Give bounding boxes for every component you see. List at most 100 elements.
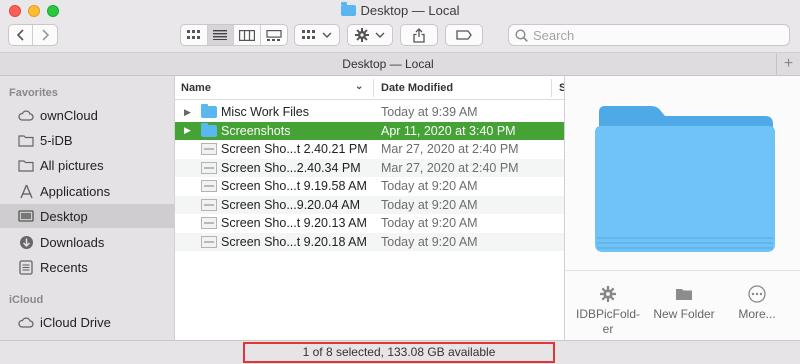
file-date: Today at 9:20 AM (381, 197, 478, 212)
sidebar-item-label: Applications (40, 183, 111, 199)
add-tab-button[interactable]: + (776, 53, 800, 75)
sidebar-item-all-pictures[interactable]: All pictures (0, 153, 174, 177)
file-name: Screen Sho...t 9.19.58 AM (221, 179, 367, 194)
image-file-icon (201, 161, 217, 174)
share-icon (413, 27, 425, 43)
quick-action-idbpicfolder[interactable]: IDBPicFold- er (573, 284, 643, 337)
file-name: Screen Sho...9.20.04 AM (221, 197, 360, 212)
sidebar-item-recents[interactable]: Recents (0, 255, 174, 279)
back-button[interactable] (9, 25, 34, 45)
list-row-screenshot-file[interactable]: Screen Sho...t 2.40.21 PM Mar 27, 2020 a… (175, 140, 565, 159)
file-name: Screen Sho...t 9.20.18 AM (221, 234, 367, 249)
sidebar-item-downloads[interactable]: Downloads (0, 230, 174, 254)
file-name: Screen Sho...t 9.20.13 AM (221, 216, 367, 231)
gallery-view-icon (266, 29, 282, 41)
window-title-text: Desktop — Local (360, 3, 460, 18)
sidebar-item-applications[interactable]: Applications (0, 179, 174, 203)
date-modified-column-header[interactable]: Date Modified (381, 82, 453, 94)
quick-action-label: More... (738, 307, 776, 321)
list-view-button[interactable] (207, 25, 234, 45)
sidebar: Favorites ownCloud 5-iDB All pictures Ap… (0, 76, 174, 340)
quick-action-label: New Folder (653, 307, 715, 321)
forward-button[interactable] (33, 25, 57, 45)
sidebar-item-label: Recents (40, 259, 88, 275)
toolbar: Desktop — Local (0, 0, 800, 52)
more-icon (722, 284, 792, 304)
cloud-icon (17, 313, 35, 331)
chevron-down-icon (322, 32, 332, 38)
column-view-icon (238, 29, 255, 41)
column-view-button[interactable] (234, 25, 261, 45)
file-date: Today at 9:20 AM (381, 234, 478, 249)
disclosure-triangle-icon[interactable]: ▶ (184, 125, 191, 136)
quick-action-label: IDBPicFold- er (575, 307, 640, 336)
sidebar-header-favorites: Favorites (9, 87, 58, 99)
image-file-icon (201, 198, 217, 211)
sidebar-item-label: Desktop (40, 208, 88, 224)
image-file-icon (201, 143, 217, 155)
list-row-screenshot-file[interactable]: Screen Sho...9.20.04 AM Today at 9:20 AM (175, 195, 565, 214)
file-name: Screen Sho...2.40.34 PM (221, 160, 361, 175)
sidebar-item-label: iCloud Drive (40, 314, 111, 330)
gear-icon (573, 284, 643, 304)
back-forward-control (8, 24, 58, 46)
file-name: Screen Sho...t 2.40.21 PM (221, 142, 368, 157)
large-folder-icon (595, 106, 775, 252)
applications-icon (17, 182, 35, 200)
folder-icon (17, 156, 35, 174)
share-button[interactable] (400, 24, 438, 46)
edit-tags-button[interactable] (445, 24, 483, 46)
sidebar-header-icloud: iCloud (9, 294, 44, 306)
search-input[interactable] (533, 27, 773, 43)
cloud-icon (17, 106, 35, 124)
chevron-left-icon (16, 29, 24, 41)
view-mode-control (180, 24, 288, 46)
preview-divider (565, 270, 800, 271)
gallery-view-button[interactable] (261, 25, 287, 45)
file-date: Today at 9:39 AM (381, 105, 478, 120)
file-list: Name ⌄ Date Modified S ▶ Misc Work Files… (174, 76, 566, 340)
icon-view-button[interactable] (181, 25, 208, 45)
sidebar-item-label: 5-iDB (40, 132, 73, 148)
preview-pane: IDBPicFold- er New Folder More... (564, 76, 800, 340)
folder-icon (649, 284, 719, 304)
group-by-button[interactable] (294, 24, 340, 46)
action-menu-button[interactable] (347, 24, 393, 46)
sidebar-item-owncloud[interactable]: ownCloud (0, 103, 174, 127)
file-date: Mar 27, 2020 at 2:40 PM (381, 142, 519, 157)
name-column-header[interactable]: Name (181, 82, 211, 94)
column-header: Name ⌄ Date Modified S (175, 76, 566, 100)
status-bar: 1 of 8 selected, 133.08 GB available (0, 340, 800, 364)
sidebar-item-desktop[interactable]: Desktop (0, 204, 174, 228)
list-row-screenshot-file[interactable]: Screen Sho...t 9.20.18 AM Today at 9:20 … (175, 232, 565, 251)
folder-icon (340, 2, 356, 16)
file-date: Apr 11, 2020 at 3:40 PM (381, 123, 516, 138)
list-row-misc-work-files[interactable]: ▶ Misc Work Files Today at 9:39 AM (175, 103, 565, 122)
icon-view-icon (186, 30, 200, 39)
list-row-screenshots[interactable]: ▶ Screenshots Apr 11, 2020 at 3:40 PM (175, 121, 565, 140)
sidebar-item-5-idb[interactable]: 5-iDB (0, 128, 174, 152)
search-field[interactable] (508, 24, 790, 46)
window-title: Desktop — Local (0, 2, 800, 18)
image-file-icon (201, 180, 217, 192)
list-row-screenshot-file[interactable]: Screen Sho...t 9.19.58 AM Today at 9:20 … (175, 177, 565, 196)
list-view-icon (213, 30, 228, 40)
column-divider[interactable] (551, 79, 552, 97)
quick-action-new-folder[interactable]: New Folder (649, 284, 719, 321)
sidebar-item-icloud-drive[interactable]: iCloud Drive (0, 310, 174, 334)
status-text: 1 of 8 selected, 133.08 GB available (243, 342, 555, 363)
downloads-icon (17, 233, 35, 251)
disclosure-triangle-icon[interactable]: ▶ (184, 107, 191, 118)
file-date: Today at 9:20 AM (381, 216, 478, 231)
quick-action-more[interactable]: More... (722, 284, 792, 321)
sidebar-item-label: All pictures (40, 157, 104, 173)
folder-icon (201, 104, 217, 118)
list-row-screenshot-file[interactable]: Screen Sho...t 9.20.13 AM Today at 9:20 … (175, 214, 565, 233)
image-file-icon (201, 217, 217, 229)
group-icon (302, 30, 315, 39)
list-row-screenshot-file[interactable]: Screen Sho...2.40.34 PM Mar 27, 2020 at … (175, 158, 565, 177)
desktop-icon (17, 207, 35, 225)
folder-icon (17, 131, 35, 149)
column-divider[interactable] (373, 79, 374, 97)
path-bar: Desktop — Local + (0, 52, 800, 76)
